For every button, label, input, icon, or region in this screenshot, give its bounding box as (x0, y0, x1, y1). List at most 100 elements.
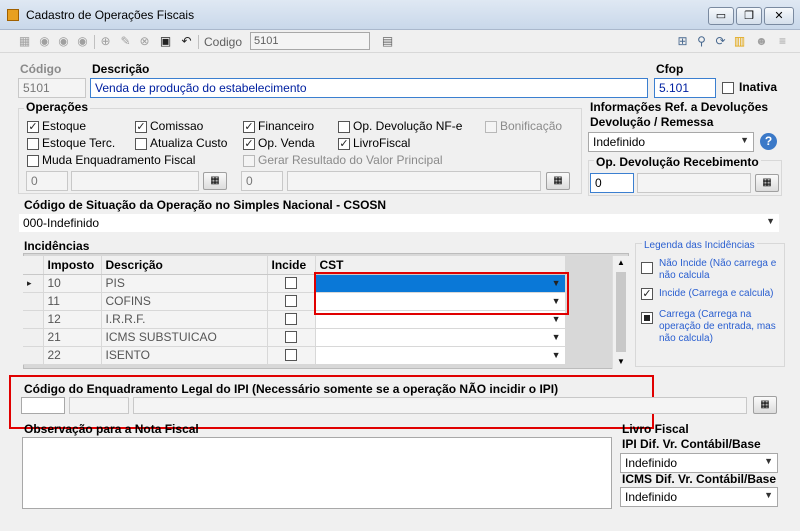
help-icon[interactable]: ? (760, 133, 777, 150)
csosn-value: 000-Indefinido (23, 216, 100, 230)
cell-imposto[interactable]: 21 (43, 328, 102, 347)
cell-incide[interactable] (267, 328, 316, 347)
cell-descricao[interactable]: COFINS (101, 292, 268, 311)
observacao-textarea[interactable] (22, 437, 612, 509)
cell-incide[interactable] (267, 346, 316, 365)
icms-dif-select[interactable]: Indefinido ▼ (620, 487, 778, 507)
chevron-down-icon: ▼ (766, 216, 775, 226)
op-recebimento-code-field[interactable]: 0 (590, 173, 634, 193)
scroll-thumb[interactable] (616, 272, 626, 352)
scroll-up-icon[interactable]: ▲ (613, 256, 629, 270)
incide-checkbox[interactable] (285, 277, 297, 289)
muda-enquadramento-checkbox[interactable] (27, 155, 39, 167)
cell-cst[interactable]: ▼ (315, 346, 566, 365)
column-descricao[interactable]: Descrição (101, 256, 268, 275)
first-record-icon[interactable]: ◉ (38, 35, 51, 48)
cell-imposto[interactable]: 11 (43, 292, 102, 311)
undo-icon[interactable]: ↶ (180, 35, 193, 48)
cell-imposto[interactable]: 12 (43, 310, 102, 329)
operacoes-title: Operações (24, 100, 91, 114)
grid-empty-area (565, 310, 612, 328)
cell-imposto[interactable]: 22 (43, 346, 102, 365)
grid-icon[interactable]: ▦ (18, 35, 31, 48)
refresh-icon[interactable]: ⟳ (714, 35, 727, 48)
document-icon[interactable]: ▥ (733, 35, 746, 48)
chevron-down-icon[interactable]: ▼ (552, 332, 561, 342)
op-devolucao-checkbox[interactable] (338, 121, 350, 133)
row-marker (23, 292, 44, 311)
ipi-dif-select[interactable]: Indefinido ▼ (620, 453, 778, 473)
atualiza-custo-checkbox[interactable] (135, 138, 147, 150)
cell-descricao[interactable]: ICMS SUBSTUICAO (101, 328, 268, 347)
incide-checkbox[interactable] (285, 349, 297, 361)
descricao-field[interactable]: Venda de produção do estabelecimento (90, 78, 648, 98)
cfop-label: Cfop (656, 62, 684, 76)
enquadramento-code-field[interactable]: 0 (26, 171, 68, 191)
incide-checkbox[interactable] (285, 313, 297, 325)
grid-vertical-scrollbar[interactable]: ▲ ▼ (612, 256, 629, 369)
resultado-desc-field[interactable] (287, 171, 541, 191)
edit-icon[interactable]: ✎ (119, 35, 132, 48)
codigo-field[interactable]: 5101 (18, 78, 86, 98)
estoque-terc-checkbox[interactable] (27, 138, 39, 150)
menu-icon[interactable]: ≡ (776, 35, 789, 48)
codigo-label: Código (20, 62, 62, 76)
cell-incide[interactable] (267, 292, 316, 311)
close-button[interactable]: ✕ (764, 7, 794, 25)
bonificacao-checkbox[interactable] (485, 121, 497, 133)
column-incide[interactable]: Incide (267, 256, 316, 275)
new-icon[interactable]: ⊕ (99, 35, 112, 48)
incide-checkbox[interactable] (285, 295, 297, 307)
table-row[interactable]: 21 ICMS SUBSTUICAO ▼ (23, 328, 612, 347)
column-imposto[interactable]: Imposto (43, 256, 102, 275)
user-icon[interactable]: ☻ (755, 35, 768, 48)
network-icon[interactable]: ⊞ (676, 35, 689, 48)
cfop-field[interactable]: 5.101 (654, 78, 716, 98)
window-title: Cadastro de Operações Fiscais (26, 8, 195, 22)
cell-descricao[interactable]: PIS (101, 274, 268, 293)
minimize-button[interactable]: ▭ (708, 7, 734, 25)
table-row[interactable]: 22 ISENTO ▼ (23, 346, 612, 365)
ipi-code-field[interactable] (21, 397, 65, 414)
icms-dif-label: ICMS Dif. Vr. Contábil/Base (622, 472, 777, 486)
next-record-icon[interactable]: ◉ (76, 35, 89, 48)
financeiro-checkbox[interactable]: ✓ (243, 121, 255, 133)
devolucao-remessa-select[interactable]: Indefinido ▼ (588, 132, 754, 152)
delete-icon[interactable]: ⊗ (138, 35, 151, 48)
restore-button[interactable]: ❐ (736, 7, 762, 25)
ipi-lookup-icon[interactable]: ▦ (753, 396, 777, 414)
livro-fiscal-checkbox[interactable]: ✓ (338, 138, 350, 150)
cell-incide[interactable] (267, 274, 316, 293)
cell-descricao[interactable]: I.R.R.F. (101, 310, 268, 329)
calculator-icon[interactable]: ▤ (381, 35, 394, 48)
save-icon[interactable]: ▣ (159, 35, 172, 48)
gerar-resultado-checkbox[interactable] (243, 155, 255, 167)
enquadramento-lookup-icon[interactable]: ▦ (203, 172, 227, 190)
cell-incide[interactable] (267, 310, 316, 329)
resultado-lookup-icon[interactable]: ▦ (546, 172, 570, 190)
ipi-mid-field[interactable] (69, 397, 129, 414)
op-venda-checkbox[interactable]: ✓ (243, 138, 255, 150)
enquadramento-desc-field[interactable] (71, 171, 199, 191)
csosn-select[interactable]: 000-Indefinido ▼ (18, 213, 780, 233)
op-recebimento-desc-field[interactable] (637, 173, 751, 193)
resultado-code-field[interactable]: 0 (241, 171, 283, 191)
observacao-label: Observação para a Nota Fiscal (24, 422, 199, 436)
incide-checkbox[interactable] (285, 331, 297, 343)
op-recebimento-lookup-icon[interactable]: ▦ (755, 174, 779, 192)
zoom-icon[interactable]: ⚲ (695, 35, 708, 48)
column-empty (565, 256, 612, 274)
chevron-down-icon[interactable]: ▼ (552, 350, 561, 360)
search-input[interactable]: 5101 (250, 32, 370, 50)
cell-imposto[interactable]: 10 (43, 274, 102, 293)
comissao-checkbox[interactable]: ✓ (135, 121, 147, 133)
prev-record-icon[interactable]: ◉ (57, 35, 70, 48)
chevron-down-icon[interactable]: ▼ (552, 314, 561, 324)
scroll-down-icon[interactable]: ▼ (613, 355, 629, 369)
estoque-checkbox[interactable]: ✓ (27, 121, 39, 133)
cell-descricao[interactable]: ISENTO (101, 346, 268, 365)
cell-cst[interactable]: ▼ (315, 328, 566, 347)
incidencias-title: Incidências (24, 239, 90, 253)
inativa-checkbox[interactable] (722, 82, 734, 94)
ipi-desc-field[interactable] (133, 397, 747, 414)
